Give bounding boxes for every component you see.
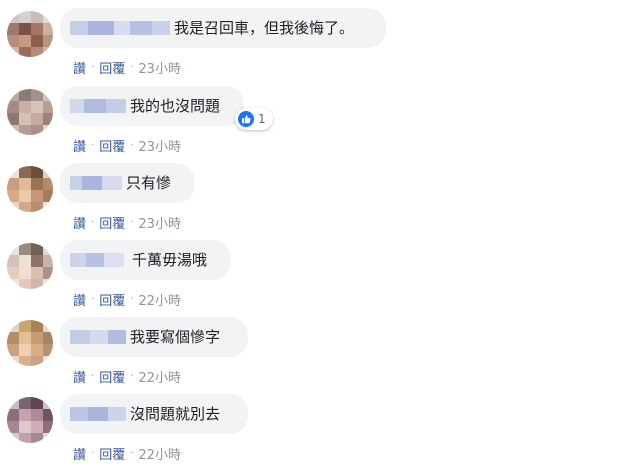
separator-dot: · (91, 294, 95, 305)
comment-text: 我的也沒問題 (130, 97, 221, 115)
reaction-count: 1 (258, 112, 266, 126)
author-name-blurred[interactable] (70, 21, 170, 35)
author-name-blurred[interactable] (70, 407, 126, 421)
like-link[interactable]: 讚 (73, 290, 86, 309)
comment-bubble: 我是召回車，但我後悔了。 (60, 8, 386, 48)
comment-timestamp[interactable]: 23小時 (138, 213, 181, 232)
comment-timestamp[interactable]: 22小時 (138, 290, 181, 309)
comment-bubble: 沒問題就別去 (60, 394, 248, 434)
comment-timestamp[interactable]: 23小時 (138, 58, 181, 77)
separator-dot: · (91, 140, 95, 151)
comment-timestamp[interactable]: 22小時 (138, 444, 181, 463)
separator-dot: · (130, 448, 134, 459)
comment-actions: 讚 · 回覆 · 22小時 (73, 367, 181, 386)
comment-actions: 讚 · 回覆 · 23小時 (73, 213, 181, 232)
comment-item: 我的也沒問題 1 讚 · 回覆 · 23小時 (0, 86, 618, 162)
reply-link[interactable]: 回覆 (99, 290, 125, 309)
comment-text: 我要寫個慘字 (130, 328, 221, 346)
comment-timestamp[interactable]: 22小時 (138, 367, 181, 386)
like-link[interactable]: 讚 (73, 136, 86, 155)
author-name-blurred[interactable] (70, 99, 126, 113)
comment-actions: 讚 · 回覆 · 22小時 (73, 444, 181, 463)
separator-dot: · (91, 448, 95, 459)
comment-actions: 讚 · 回覆 · 23小時 (73, 136, 181, 155)
author-name-blurred[interactable] (70, 330, 126, 344)
comment-text: 沒問題就別去 (130, 405, 221, 423)
comment-item: 只有慘 讚 · 回覆 · 23小時 (0, 163, 618, 239)
comment-actions: 讚 · 回覆 · 22小時 (73, 290, 181, 309)
comment-item: 千萬毋湯哦 讚 · 回覆 · 22小時 (0, 240, 618, 316)
avatar[interactable] (7, 397, 53, 443)
reply-link[interactable]: 回覆 (99, 213, 125, 232)
like-link[interactable]: 讚 (73, 213, 86, 232)
comment-text: 千萬毋湯哦 (132, 251, 208, 269)
separator-dot: · (91, 217, 95, 228)
comment-actions: 讚 · 回覆 · 23小時 (73, 58, 181, 77)
separator-dot: · (130, 62, 134, 73)
separator-dot: · (130, 140, 134, 151)
reply-link[interactable]: 回覆 (99, 444, 125, 463)
comment-item: 我要寫個慘字 讚 · 回覆 · 22小時 (0, 317, 618, 393)
like-link[interactable]: 讚 (73, 444, 86, 463)
avatar[interactable] (7, 320, 53, 366)
reply-link[interactable]: 回覆 (99, 367, 125, 386)
separator-dot: · (91, 371, 95, 382)
reply-link[interactable]: 回覆 (99, 136, 125, 155)
comment-bubble: 只有慘 (60, 163, 195, 203)
reaction-badge[interactable]: 1 (235, 108, 273, 130)
separator-dot: · (130, 217, 134, 228)
separator-dot: · (130, 294, 134, 305)
comment-bubble: 我的也沒問題 (60, 86, 244, 126)
author-name-blurred[interactable] (70, 253, 124, 267)
avatar[interactable] (7, 11, 53, 57)
comment-bubble: 千萬毋湯哦 (60, 240, 231, 280)
separator-dot: · (91, 62, 95, 73)
reply-link[interactable]: 回覆 (99, 58, 125, 77)
comment-bubble: 我要寫個慘字 (60, 317, 248, 357)
like-thumbs-up-icon (238, 111, 254, 127)
author-name-blurred[interactable] (70, 176, 122, 190)
avatar[interactable] (7, 243, 53, 289)
comment-timestamp[interactable]: 23小時 (138, 136, 181, 155)
avatar[interactable] (7, 166, 53, 212)
like-link[interactable]: 讚 (73, 58, 86, 77)
separator-dot: · (130, 371, 134, 382)
comment-text: 只有慘 (126, 174, 172, 192)
avatar[interactable] (7, 89, 53, 135)
comment-text: 我是召回車，但我後悔了。 (174, 19, 355, 37)
like-link[interactable]: 讚 (73, 367, 86, 386)
comment-item: 我是召回車，但我後悔了。 讚 · 回覆 · 23小時 (0, 8, 618, 84)
